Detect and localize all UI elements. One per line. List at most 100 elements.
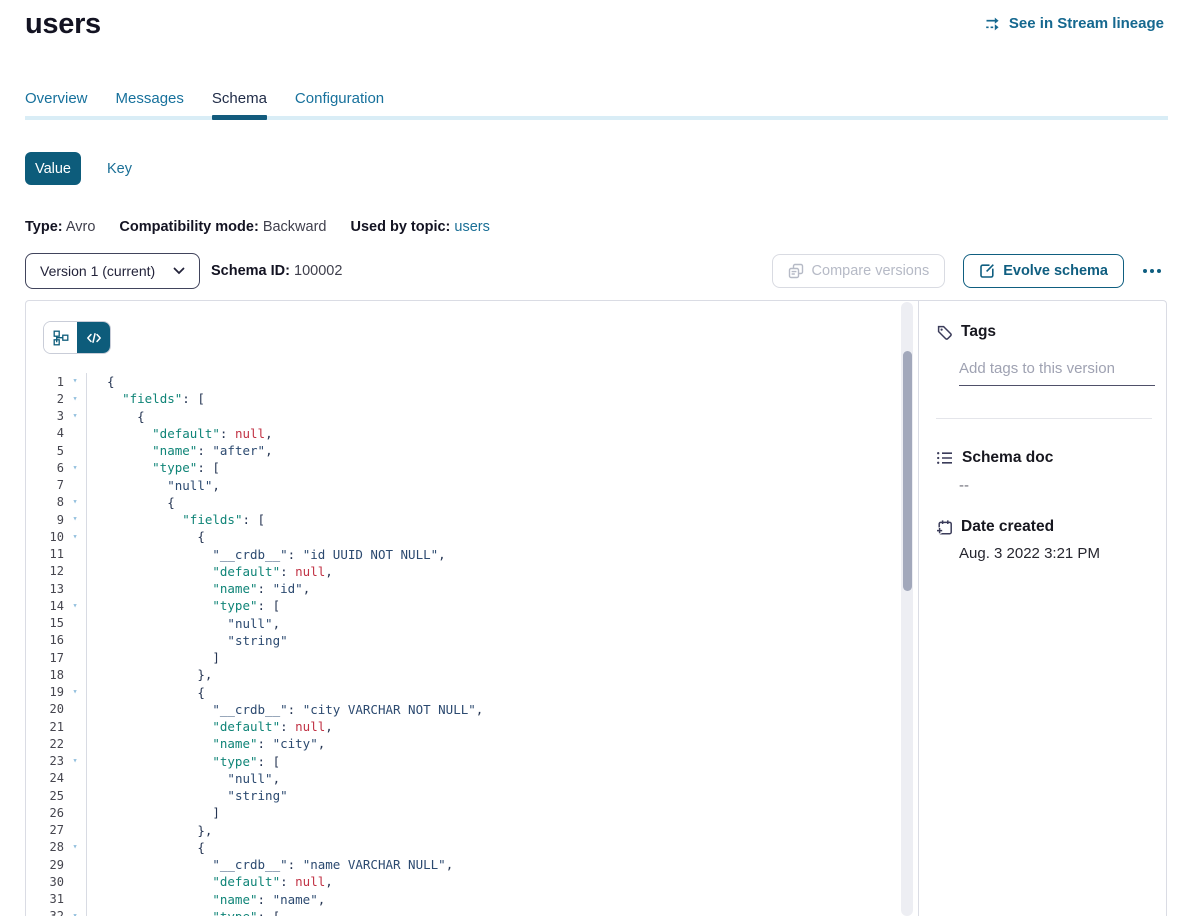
tree-view-button[interactable] <box>44 322 77 353</box>
schema-code-viewer: 1▾{2▾ "fields": [3▾ {4 "default": null,5… <box>26 301 918 916</box>
tags-section-header: Tags <box>936 323 996 341</box>
code-line: 11 "__crdb__": "id UUID NOT NULL", <box>26 546 918 563</box>
key-toggle-button[interactable]: Key <box>107 161 132 177</box>
code-view-button[interactable] <box>77 322 110 353</box>
tab-overview[interactable]: Overview <box>25 90 88 117</box>
schema-doc-section-header: Schema doc <box>936 449 1053 467</box>
fold-arrow-icon[interactable]: ▾ <box>64 533 86 542</box>
type-field: Type: Avro <box>25 219 95 235</box>
fold-arrow-icon[interactable]: ▾ <box>64 377 86 386</box>
code-text: }, <box>86 822 212 839</box>
page-title: users <box>25 8 101 41</box>
line-number: 23 <box>26 754 64 768</box>
code-text: { <box>86 528 205 545</box>
view-mode-toggle <box>43 321 111 354</box>
code-text: { <box>86 373 115 390</box>
code-text: "null", <box>86 477 220 494</box>
code-line: 6▾ "type": [ <box>26 459 918 476</box>
code-text: "__crdb__": "id UUID NOT NULL", <box>86 546 446 563</box>
compare-versions-button[interactable]: Compare versions <box>772 254 946 288</box>
line-number: 7 <box>26 478 64 492</box>
fold-arrow-icon[interactable]: ▾ <box>64 412 86 421</box>
line-number: 18 <box>26 668 64 682</box>
tab-bar: Overview Messages Schema Configuration <box>25 90 384 117</box>
code-text: { <box>86 839 205 856</box>
line-number: 2 <box>26 392 64 406</box>
code-text: "name": "id", <box>86 580 310 597</box>
line-number: 26 <box>26 806 64 820</box>
code-line: 23▾ "type": [ <box>26 753 918 770</box>
line-number: 3 <box>26 409 64 423</box>
edit-icon <box>979 263 995 279</box>
code-line: 14▾ "type": [ <box>26 597 918 614</box>
type-label: Type: <box>25 219 63 235</box>
line-number: 13 <box>26 582 64 596</box>
code-text: "name": "after", <box>86 442 273 459</box>
fold-arrow-icon[interactable]: ▾ <box>64 757 86 766</box>
schema-page: users See in Stream lineage Overview Mes… <box>0 0 1189 916</box>
line-number: 12 <box>26 564 64 578</box>
fold-arrow-icon[interactable]: ▾ <box>64 843 86 852</box>
code-line: 31 "name": "name", <box>26 891 918 908</box>
code-line: 1▾{ <box>26 373 918 390</box>
code-line: 5 "name": "after", <box>26 442 918 459</box>
stream-lineage-label: See in Stream lineage <box>1009 15 1164 32</box>
fold-arrow-icon[interactable]: ▾ <box>64 688 86 697</box>
code-line: 16 "string" <box>26 632 918 649</box>
code-line: 7 "null", <box>26 477 918 494</box>
line-number: 25 <box>26 789 64 803</box>
line-number: 1 <box>26 375 64 389</box>
code-text: { <box>86 684 205 701</box>
ellipsis-icon <box>1143 269 1147 273</box>
line-number: 14 <box>26 599 64 613</box>
schema-id-value: 100002 <box>294 263 342 279</box>
code-text: "fields": [ <box>86 511 265 528</box>
schema-panel: 1▾{2▾ "fields": [3▾ {4 "default": null,5… <box>25 300 1167 916</box>
list-icon <box>936 450 954 466</box>
version-toolbar: Version 1 (current) Schema ID: 100002 Co… <box>25 253 1168 289</box>
schema-doc-value: -- <box>959 477 969 494</box>
line-number: 16 <box>26 633 64 647</box>
schema-sidebar: Tags Schema doc -- <box>918 301 1166 916</box>
code-line: 22 "name": "city", <box>26 735 918 752</box>
more-options-button[interactable] <box>1136 254 1168 288</box>
scrollbar-thumb[interactable] <box>903 351 912 591</box>
date-created-section-header: Date created <box>936 518 1054 536</box>
evolve-schema-button[interactable]: Evolve schema <box>963 254 1124 288</box>
fold-arrow-icon[interactable]: ▾ <box>64 912 86 916</box>
code-text: "default": null, <box>86 563 333 580</box>
tab-configuration[interactable]: Configuration <box>295 90 384 117</box>
line-number: 31 <box>26 892 64 906</box>
line-number: 17 <box>26 651 64 665</box>
fold-arrow-icon[interactable]: ▾ <box>64 515 86 524</box>
code-line: 4 "default": null, <box>26 425 918 442</box>
value-toggle-button[interactable]: Value <box>25 152 81 185</box>
code-line: 30 "default": null, <box>26 873 918 890</box>
code-text: "__crdb__": "name VARCHAR NULL", <box>86 856 453 873</box>
code-text: "fields": [ <box>86 390 205 407</box>
version-select[interactable]: Version 1 (current) <box>25 253 200 289</box>
stream-lineage-link[interactable]: See in Stream lineage <box>985 15 1164 32</box>
line-number: 29 <box>26 858 64 872</box>
compare-icon <box>788 263 804 279</box>
line-number: 15 <box>26 616 64 630</box>
code-line: 28▾ { <box>26 839 918 856</box>
add-tags-input[interactable] <box>959 356 1155 386</box>
code-text: ] <box>86 649 220 666</box>
fold-arrow-icon[interactable]: ▾ <box>64 498 86 507</box>
schema-meta-row: Type: Avro Compatibility mode: Backward … <box>25 219 490 235</box>
compatibility-value: Backward <box>263 219 327 235</box>
fold-arrow-icon[interactable]: ▾ <box>64 464 86 473</box>
line-number: 30 <box>26 875 64 889</box>
code-line: 24 "null", <box>26 770 918 787</box>
tab-messages[interactable]: Messages <box>116 90 184 117</box>
tab-schema[interactable]: Schema <box>212 90 267 117</box>
code-line: 3▾ { <box>26 408 918 425</box>
sidebar-divider <box>936 418 1152 419</box>
fold-arrow-icon[interactable]: ▾ <box>64 602 86 611</box>
fold-arrow-icon[interactable]: ▾ <box>64 395 86 404</box>
code-view-icon <box>86 330 102 346</box>
code-line: 13 "name": "id", <box>26 580 918 597</box>
topic-link[interactable]: users <box>454 219 489 235</box>
line-number: 20 <box>26 702 64 716</box>
